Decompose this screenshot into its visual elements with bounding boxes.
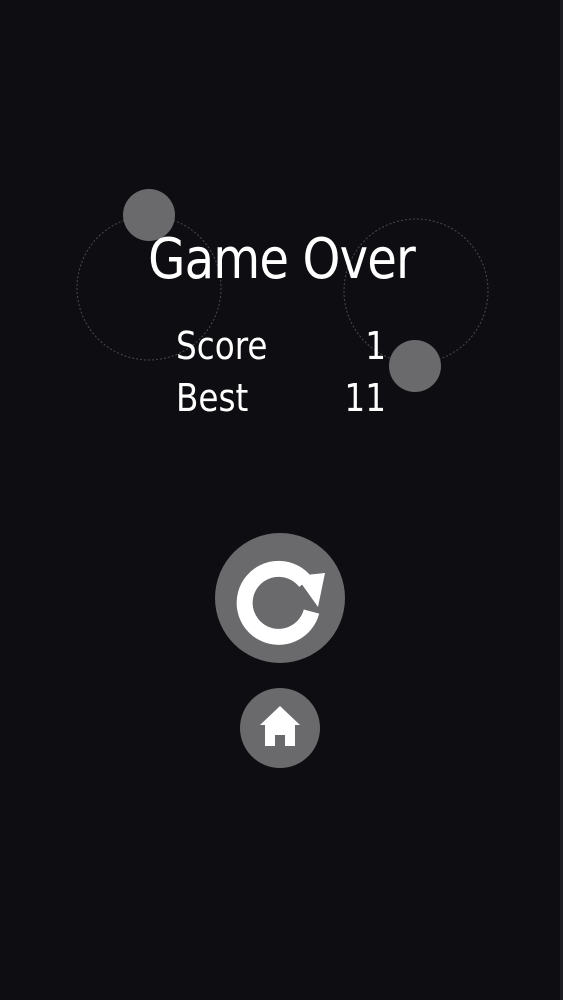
game-over-screen: Game Over Score 1 Best 11 — [0, 0, 563, 1000]
restart-button[interactable] — [215, 533, 345, 663]
game-over-title: Game Over — [148, 227, 416, 292]
restart-arrow-icon — [236, 560, 325, 645]
orbit-ball-right — [389, 340, 441, 392]
home-button[interactable] — [240, 688, 320, 768]
score-label: Score — [176, 324, 268, 368]
score-value: 1 — [365, 324, 386, 368]
background-orbits — [76, 189, 489, 392]
best-value: 11 — [344, 376, 386, 420]
home-icon — [260, 706, 300, 746]
best-label: Best — [176, 376, 249, 420]
